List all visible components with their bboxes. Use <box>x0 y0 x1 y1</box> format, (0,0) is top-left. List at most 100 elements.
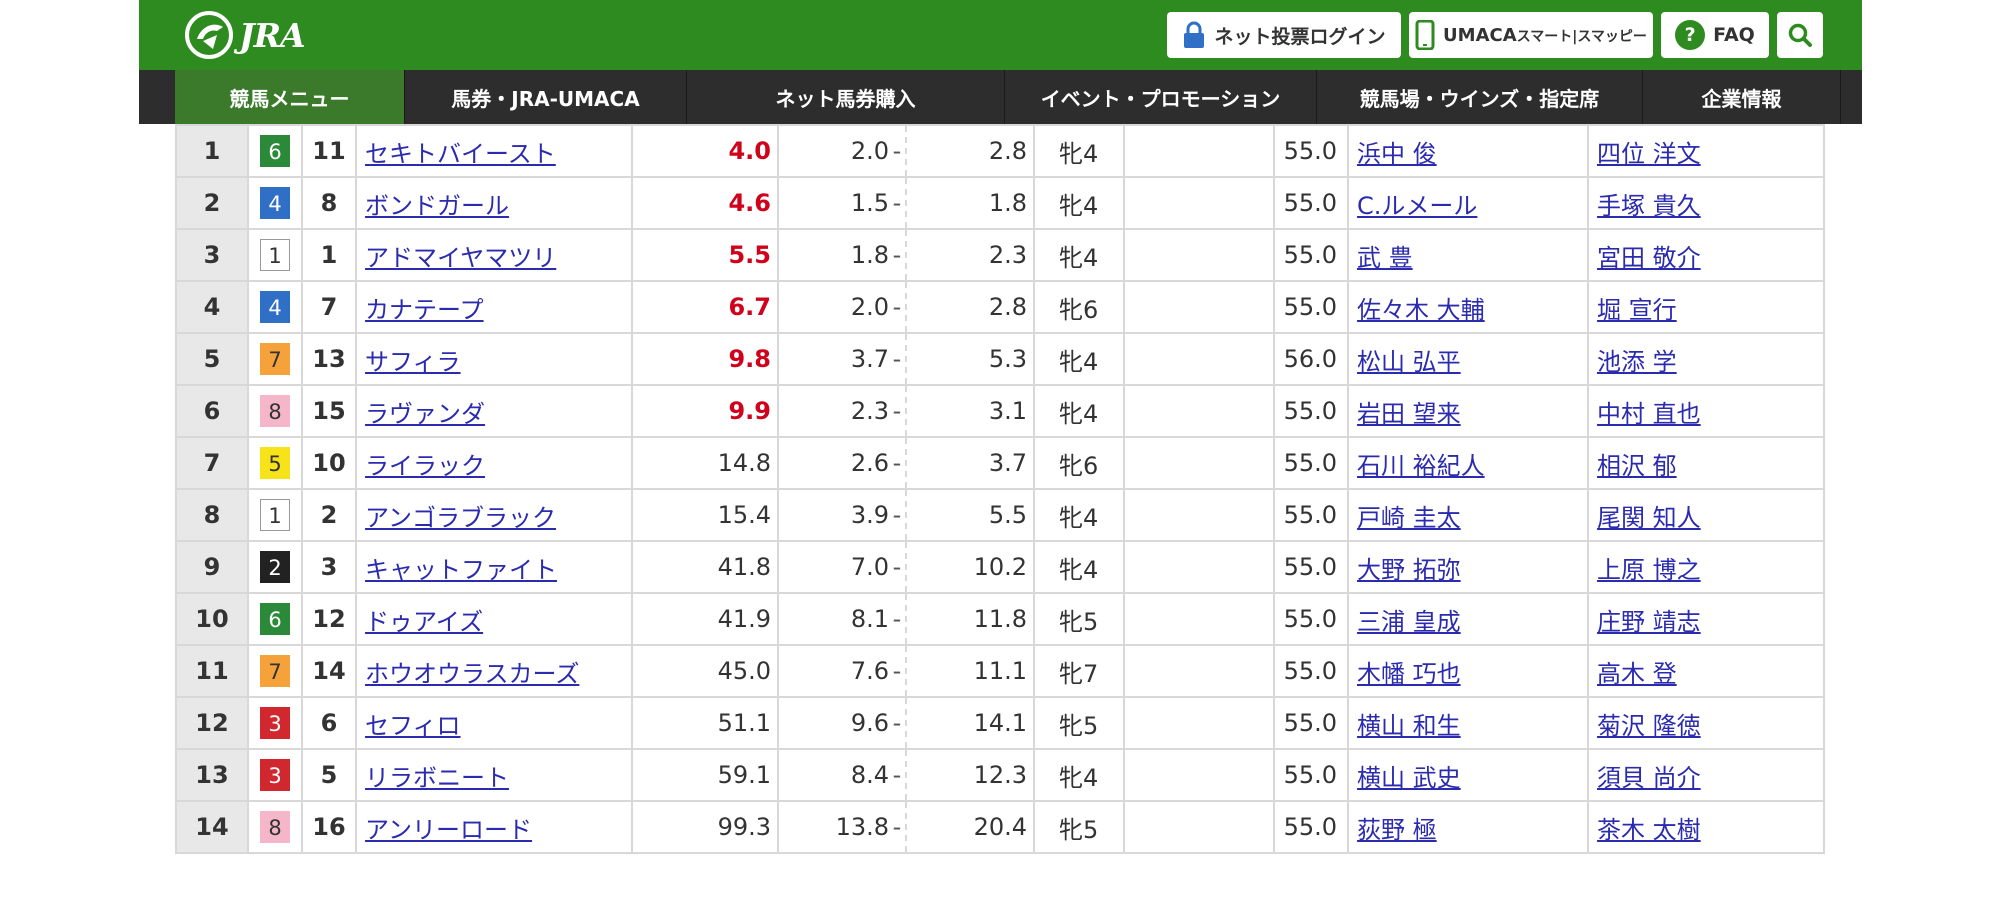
sex-age-cell: 牝4 <box>1033 332 1125 386</box>
jockey-link[interactable]: 石川 裕紀人 <box>1357 452 1485 480</box>
horse-name-link[interactable]: アンリーロード <box>365 816 532 844</box>
jockey-link[interactable]: 三浦 皇成 <box>1357 608 1461 636</box>
umaca-label-sub: スマート|スマッピー <box>1516 28 1647 45</box>
jockey-cell: 三浦 皇成 <box>1347 592 1589 646</box>
horse-name-link[interactable]: ドゥアイズ <box>365 608 483 636</box>
umaca-smart-button[interactable]: UMACAスマート|スマッピー <box>1409 12 1653 58</box>
jockey-link[interactable]: 横山 和生 <box>1357 712 1461 740</box>
sex-age-cell: 牝4 <box>1033 540 1125 594</box>
place-odds-min: 8.4 <box>850 761 889 789</box>
nav-event-promotion[interactable]: イベント・プロモーション <box>1005 70 1317 124</box>
jockey-link[interactable]: C.ルメール <box>1357 192 1477 220</box>
horse-name-link[interactable]: セフィロ <box>365 712 461 740</box>
trainer-link[interactable]: 茶木 太樹 <box>1597 816 1701 844</box>
horse-name-link[interactable]: ホウオウラスカーズ <box>365 660 579 688</box>
horse-name-link[interactable]: アドマイヤマツリ <box>365 244 556 272</box>
jockey-cell: 横山 和生 <box>1347 696 1589 750</box>
nav-keiba-menu[interactable]: 競馬メニュー <box>175 70 405 124</box>
jockey-cell: 石川 裕紀人 <box>1347 436 1589 490</box>
trainer-cell: 中村 直也 <box>1587 384 1825 438</box>
search-button[interactable] <box>1777 12 1823 58</box>
place-odds-min-cell: 2.0- <box>777 280 907 334</box>
jockey-link[interactable]: 荻野 極 <box>1357 816 1437 844</box>
trainer-cell: 尾関 知人 <box>1587 488 1825 542</box>
place-odds-max-cell: 11.1 <box>906 644 1035 698</box>
horse-name-cell: アンリーロード <box>355 800 633 854</box>
trainer-link[interactable]: 手塚 貴久 <box>1597 192 1701 220</box>
trainer-link[interactable]: 尾関 知人 <box>1597 504 1701 532</box>
weight-cell: 56.0 <box>1273 332 1349 386</box>
jockey-link[interactable]: 浜中 俊 <box>1357 140 1437 168</box>
blank-cell <box>1123 540 1275 594</box>
horse-name-link[interactable]: ライラック <box>365 452 485 480</box>
jockey-link[interactable]: 岩田 望来 <box>1357 400 1461 428</box>
horse-name-link[interactable]: セキトバイースト <box>365 140 556 168</box>
blank-cell <box>1123 228 1275 282</box>
lock-icon <box>1184 21 1205 48</box>
trainer-link[interactable]: 菊沢 隆徳 <box>1597 712 1701 740</box>
waku-cell: 1 <box>247 228 303 282</box>
trainer-link[interactable]: 中村 直也 <box>1597 400 1701 428</box>
trainer-link[interactable]: 池添 学 <box>1597 348 1677 376</box>
place-odds-max-cell: 2.8 <box>906 280 1035 334</box>
rank-cell: 14 <box>175 800 249 854</box>
horse-name-link[interactable]: ラヴァンダ <box>365 400 485 428</box>
jockey-link[interactable]: 横山 武史 <box>1357 764 1461 792</box>
horse-name-link[interactable]: サフィラ <box>365 348 461 376</box>
faq-button[interactable]: ? FAQ <box>1661 12 1769 58</box>
waku-badge: 7 <box>260 343 290 375</box>
jockey-link[interactable]: 木幡 巧也 <box>1357 660 1461 688</box>
win-odds-cell: 41.9 <box>631 592 779 646</box>
trainer-cell: 池添 学 <box>1587 332 1825 386</box>
jockey-link[interactable]: 戸崎 圭太 <box>1357 504 1461 532</box>
trainer-link[interactable]: 四位 洋文 <box>1597 140 1701 168</box>
horse-name-cell: ドゥアイズ <box>355 592 633 646</box>
jra-logo[interactable]: JRA <box>183 8 306 62</box>
nav-baken-umaca[interactable]: 馬券・JRA-UMACA <box>405 70 687 124</box>
waku-badge: 2 <box>260 551 290 583</box>
trainer-link[interactable]: 須貝 尚介 <box>1597 764 1701 792</box>
place-odds-min-cell: 3.7- <box>777 332 907 386</box>
nav-net-baken[interactable]: ネット馬券購入 <box>687 70 1005 124</box>
rank-cell: 10 <box>175 592 249 646</box>
win-odds-cell: 4.6 <box>631 176 779 230</box>
win-odds-cell: 6.7 <box>631 280 779 334</box>
jockey-link[interactable]: 佐々木 大輔 <box>1357 296 1485 324</box>
trainer-link[interactable]: 上原 博之 <box>1597 556 1701 584</box>
trainer-link[interactable]: 宮田 敬介 <box>1597 244 1701 272</box>
table-row: 11 7 14 ホウオウラスカーズ 45.0 7.6-11.1 牝7 55.0 木幡 巧也 高木 … <box>175 644 1825 698</box>
horse-name-link[interactable]: キャットファイト <box>365 556 557 584</box>
net-vote-login-button[interactable]: ネット投票ログイン <box>1167 12 1401 58</box>
place-odds-max-cell: 11.8 <box>906 592 1035 646</box>
horse-name-link[interactable]: アンゴラブラック <box>365 504 556 532</box>
help-icon: ? <box>1675 20 1706 50</box>
horse-name-link[interactable]: カナテープ <box>365 296 484 324</box>
horse-number-cell: 12 <box>301 592 357 646</box>
place-odds-min-cell: 2.3- <box>777 384 907 438</box>
faq-label: FAQ <box>1713 24 1755 46</box>
trainer-link[interactable]: 相沢 郁 <box>1597 452 1677 480</box>
sex-age-cell: 牝6 <box>1033 436 1125 490</box>
horse-name-cell: アンゴラブラック <box>355 488 633 542</box>
table-row: 3 1 1 アドマイヤマツリ 5.5 1.8-2.3 牝4 55.0 武 豊宮田 敬介 <box>175 228 1825 282</box>
jockey-link[interactable]: 松山 弘平 <box>1357 348 1461 376</box>
jockey-cell: 横山 武史 <box>1347 748 1589 802</box>
horse-name-link[interactable]: リラボニート <box>365 764 509 792</box>
jockey-cell: 木幡 巧也 <box>1347 644 1589 698</box>
place-odds-min: 13.8 <box>835 813 889 841</box>
jockey-link[interactable]: 武 豊 <box>1357 244 1413 272</box>
jockey-link[interactable]: 大野 拓弥 <box>1357 556 1461 584</box>
trainer-cell: 庄野 靖志 <box>1587 592 1825 646</box>
trainer-link[interactable]: 庄野 靖志 <box>1597 608 1701 636</box>
horse-name-link[interactable]: ボンドガール <box>365 192 509 220</box>
horse-name-cell: セフィロ <box>355 696 633 750</box>
nav-racecourse-wins[interactable]: 競馬場・ウインズ・指定席 <box>1317 70 1643 124</box>
trainer-link[interactable]: 堀 宣行 <box>1597 296 1677 324</box>
trainer-cell: 上原 博之 <box>1587 540 1825 594</box>
table-row: 14 8 16 アンリーロード 99.3 13.8-20.4 牝5 55.0 荻野 極茶木 太樹 <box>175 800 1825 854</box>
blank-cell <box>1123 488 1275 542</box>
nav-corporate-info[interactable]: 企業情報 <box>1643 70 1841 124</box>
trainer-cell: 相沢 郁 <box>1587 436 1825 490</box>
trainer-link[interactable]: 高木 登 <box>1597 660 1677 688</box>
logo-text: JRA <box>239 15 306 55</box>
